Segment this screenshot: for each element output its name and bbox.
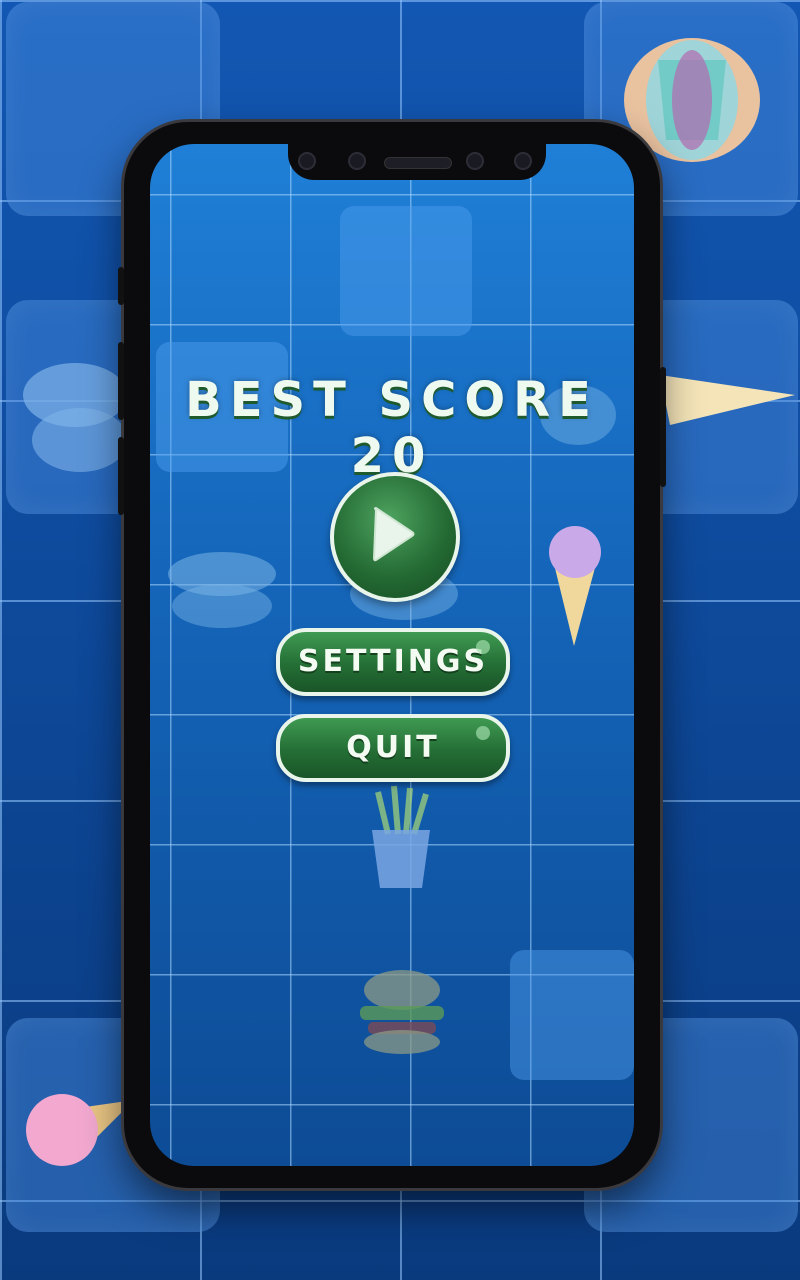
front-camera-icon bbox=[514, 152, 532, 170]
hotdog-icon bbox=[168, 552, 276, 628]
sensor-icon bbox=[348, 152, 366, 170]
burger-icon bbox=[360, 970, 444, 1054]
earpiece-speaker bbox=[384, 157, 452, 169]
best-score-title: BEST SCORE 20 bbox=[185, 372, 599, 484]
play-triangle-icon bbox=[372, 506, 415, 562]
phone-side-button bbox=[660, 367, 666, 487]
ice-cream-icon bbox=[26, 1094, 134, 1166]
phone-side-button bbox=[118, 342, 124, 420]
fries-icon bbox=[372, 785, 430, 888]
button-shine bbox=[476, 640, 490, 654]
settings-button[interactable]: SETTINGS bbox=[276, 628, 510, 696]
phone-notch bbox=[288, 144, 546, 180]
sensor-icon bbox=[466, 152, 484, 170]
ice-cream-icon bbox=[660, 375, 795, 425]
play-button[interactable] bbox=[330, 472, 460, 602]
screen-tile bbox=[340, 206, 472, 336]
phone-frame: BEST SCORE 20 SETTINGS QUIT bbox=[118, 122, 666, 1188]
button-shine bbox=[476, 726, 490, 740]
phone-side-button bbox=[118, 267, 124, 305]
quit-label: QUIT bbox=[346, 730, 440, 765]
front-camera-icon bbox=[298, 152, 316, 170]
phone-side-button bbox=[118, 437, 124, 515]
ice-cream-icon bbox=[549, 526, 601, 646]
hotdog-icon bbox=[23, 363, 128, 472]
screen-tile bbox=[510, 950, 634, 1080]
quit-button[interactable]: QUIT bbox=[276, 714, 510, 782]
phone-screen: BEST SCORE 20 SETTINGS QUIT bbox=[150, 144, 634, 1166]
settings-label: SETTINGS bbox=[297, 644, 489, 679]
